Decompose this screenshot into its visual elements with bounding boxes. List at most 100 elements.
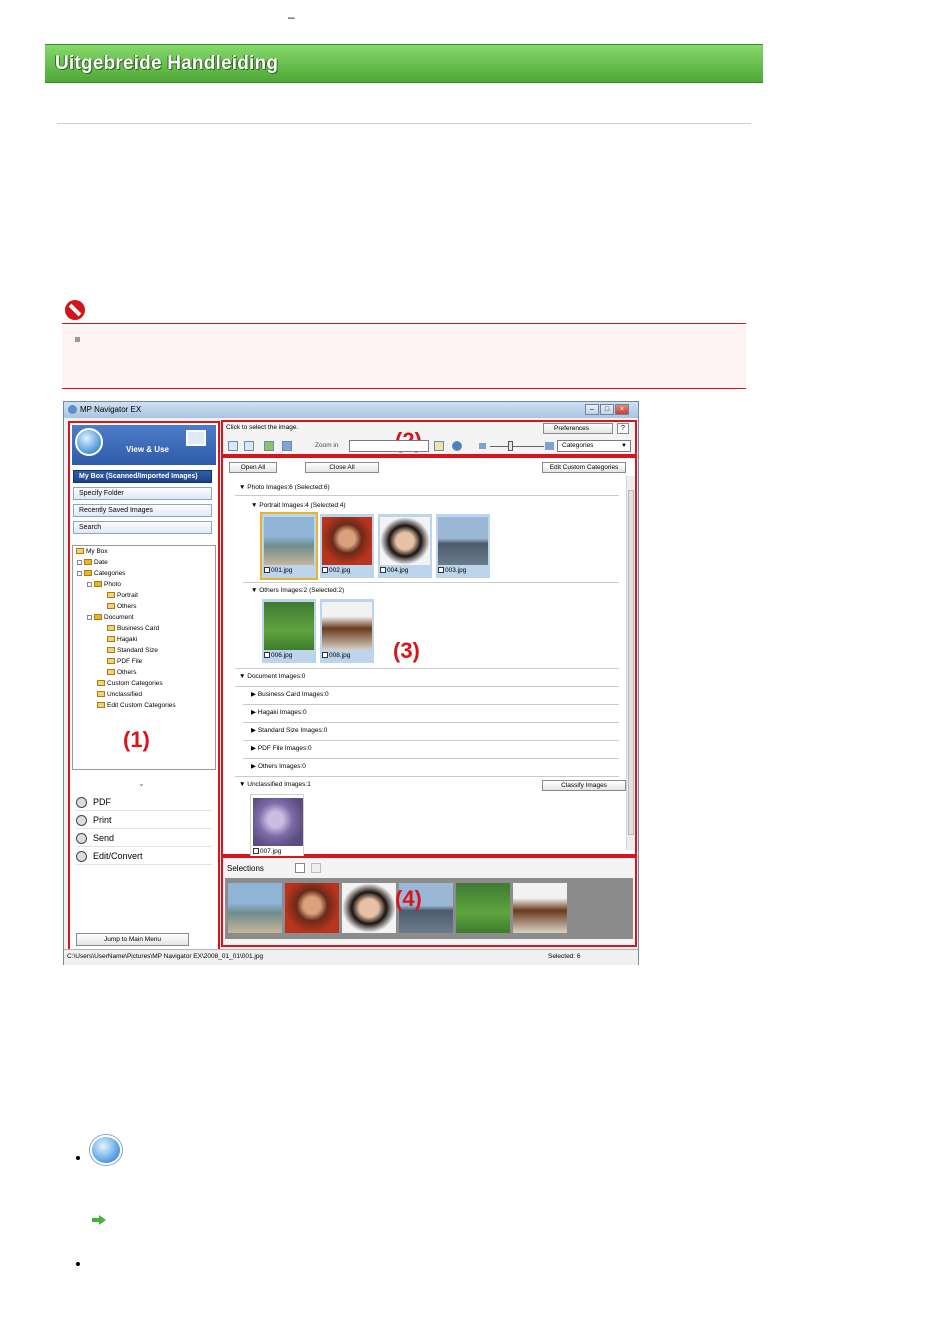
group-others-photo[interactable]: ▼ Others Images:2 (Selected:2) bbox=[251, 586, 344, 596]
properties-icon[interactable] bbox=[282, 441, 292, 451]
nav-my-box[interactable]: My Box (Scanned/Imported Images) bbox=[73, 470, 212, 483]
thumbnail[interactable]: 001.jpg bbox=[260, 512, 318, 580]
thumbnail-caption[interactable]: 004.jpg bbox=[380, 567, 408, 574]
chevron-down-icon[interactable]: ⌄ bbox=[138, 779, 145, 788]
thumbnail-caption[interactable]: 001.jpg bbox=[264, 567, 292, 574]
thumbnail[interactable]: 003.jpg bbox=[436, 514, 490, 578]
triangle-right-icon[interactable]: ▶ bbox=[251, 745, 258, 752]
checkbox-icon[interactable] bbox=[322, 652, 328, 659]
triangle-down-icon[interactable]: ▼ bbox=[251, 502, 259, 509]
thumbnail[interactable]: 002.jpg bbox=[320, 514, 374, 578]
chevron-down-icon[interactable]: ▼ bbox=[621, 441, 627, 451]
tree-node[interactable]: Edit Custom Categories bbox=[97, 702, 176, 710]
thumbnail[interactable]: 004.jpg bbox=[378, 514, 432, 578]
triangle-right-icon[interactable]: ▶ bbox=[251, 727, 258, 734]
group-others-document[interactable]: ▶ Others Images:0 bbox=[251, 762, 306, 772]
checkbox-icon[interactable] bbox=[264, 652, 270, 659]
group-portrait[interactable]: ▼ Portrait Images:4 (Selected:4) bbox=[251, 501, 346, 511]
checkbox-icon[interactable] bbox=[438, 567, 444, 574]
arrow-right-icon[interactable] bbox=[92, 1212, 106, 1225]
action-send[interactable]: Send bbox=[76, 830, 212, 847]
view-select[interactable]: Categories ▼ bbox=[557, 440, 631, 452]
preferences-button[interactable]: Preferences bbox=[543, 423, 613, 434]
tree-node[interactable]: Categories bbox=[77, 570, 125, 578]
thumbnail-view-icon[interactable] bbox=[244, 441, 254, 451]
nav-specify-folder[interactable]: Specify Folder bbox=[73, 487, 212, 500]
triangle-down-icon[interactable]: ▼ bbox=[239, 781, 247, 788]
checkbox-icon[interactable] bbox=[264, 567, 270, 574]
tree-node[interactable]: PDF File bbox=[107, 658, 142, 666]
close-icon[interactable]: × bbox=[615, 404, 629, 415]
classify-images-button[interactable]: Classify Images bbox=[542, 780, 626, 791]
selected-thumbnail[interactable] bbox=[342, 883, 396, 933]
thumbnail[interactable]: 006.jpg bbox=[262, 599, 316, 663]
thumbnail[interactable]: 008.jpg bbox=[320, 599, 374, 663]
grid-view-icon[interactable] bbox=[228, 441, 238, 451]
triangle-down-icon[interactable]: ▼ bbox=[239, 673, 247, 680]
group-document[interactable]: ▼ Document Images:0 bbox=[239, 672, 305, 682]
thumbnail[interactable]: 007.jpg bbox=[250, 794, 304, 858]
tree-node[interactable]: Portrait bbox=[107, 592, 138, 600]
search-icon[interactable] bbox=[434, 441, 444, 451]
maximize-icon[interactable]: □ bbox=[600, 404, 614, 415]
triangle-right-icon[interactable]: ▶ bbox=[251, 691, 258, 698]
collapse-icon[interactable] bbox=[87, 614, 92, 620]
advanced-search-icon[interactable] bbox=[452, 441, 462, 451]
selected-thumbnail[interactable] bbox=[513, 883, 567, 933]
nav-recently-saved[interactable]: Recently Saved Images bbox=[73, 504, 212, 517]
scrollbar[interactable] bbox=[626, 476, 635, 850]
close-all-button[interactable]: Close All bbox=[305, 462, 379, 473]
tree-node[interactable]: Business Card bbox=[107, 625, 159, 633]
minimize-icon[interactable]: – bbox=[585, 404, 599, 415]
search-input[interactable] bbox=[349, 440, 429, 452]
edit-custom-categories-button[interactable]: Edit Custom Categories bbox=[542, 462, 626, 473]
thumbnail-caption[interactable]: 006.jpg bbox=[264, 652, 292, 659]
group-standard-size[interactable]: ▶ Standard Size Images:0 bbox=[251, 726, 327, 736]
tree-node[interactable]: Others bbox=[107, 603, 137, 611]
group-pdf-file[interactable]: ▶ PDF File Images:0 bbox=[251, 744, 312, 754]
selected-thumbnail[interactable] bbox=[285, 883, 339, 933]
thumbnail-caption[interactable]: 008.jpg bbox=[322, 652, 350, 659]
triangle-down-icon[interactable]: ▼ bbox=[251, 587, 259, 594]
size-slider-track[interactable] bbox=[490, 446, 544, 447]
group-photo[interactable]: ▼ Photo Images:6 (Selected:6) bbox=[239, 483, 330, 493]
scrollbar-thumb[interactable] bbox=[628, 490, 634, 835]
thumbnail-caption[interactable]: 003.jpg bbox=[438, 567, 466, 574]
open-all-button[interactable]: Open All bbox=[229, 462, 277, 473]
triangle-down-icon[interactable]: ▼ bbox=[239, 484, 247, 491]
group-unclassified[interactable]: ▼ Unclassified Images:1 bbox=[239, 780, 311, 790]
jump-to-main-menu-button[interactable]: Jump to Main Menu bbox=[76, 933, 189, 946]
mode-banner[interactable]: View & Use bbox=[72, 425, 216, 465]
triangle-right-icon[interactable]: ▶ bbox=[251, 763, 258, 770]
checkbox-icon[interactable] bbox=[322, 567, 328, 574]
action-print[interactable]: Print bbox=[76, 812, 212, 829]
mode-orb-icon[interactable] bbox=[75, 428, 103, 456]
collapse-icon[interactable] bbox=[87, 581, 92, 587]
expand-icon[interactable] bbox=[77, 559, 82, 565]
tree-node[interactable]: Others bbox=[107, 669, 137, 677]
collapse-icon[interactable] bbox=[77, 570, 82, 576]
triangle-right-icon[interactable]: ▶ bbox=[251, 709, 258, 716]
classify-icon[interactable] bbox=[264, 441, 274, 451]
selected-thumbnail[interactable] bbox=[228, 883, 282, 933]
tree-node[interactable]: Standard Size bbox=[107, 647, 158, 655]
tree-node[interactable]: Photo bbox=[87, 581, 121, 589]
tree-node[interactable]: My Box bbox=[76, 548, 108, 556]
checkbox-icon[interactable] bbox=[380, 567, 386, 574]
thumbnail-caption[interactable]: 002.jpg bbox=[322, 567, 350, 574]
group-hagaki[interactable]: ▶ Hagaki Images:0 bbox=[251, 708, 307, 718]
action-pdf[interactable]: PDF bbox=[76, 794, 212, 811]
list-view-icon[interactable] bbox=[311, 863, 321, 873]
size-slider-handle[interactable] bbox=[508, 441, 513, 451]
checkbox-icon[interactable] bbox=[253, 848, 259, 855]
nav-search[interactable]: Search bbox=[73, 521, 212, 534]
grid-view-icon[interactable] bbox=[295, 863, 305, 873]
thumbnail-caption[interactable]: 007.jpg bbox=[253, 848, 281, 855]
tree-node[interactable]: Unclassified bbox=[97, 691, 142, 699]
selected-thumbnail[interactable] bbox=[456, 883, 510, 933]
help-button[interactable]: ? bbox=[617, 423, 629, 434]
tree-node[interactable]: Date bbox=[77, 559, 108, 567]
group-business-card[interactable]: ▶ Business Card Images:0 bbox=[251, 690, 329, 700]
action-edit-convert[interactable]: Edit/Convert bbox=[76, 848, 212, 865]
tree-node[interactable]: Document bbox=[87, 614, 134, 622]
